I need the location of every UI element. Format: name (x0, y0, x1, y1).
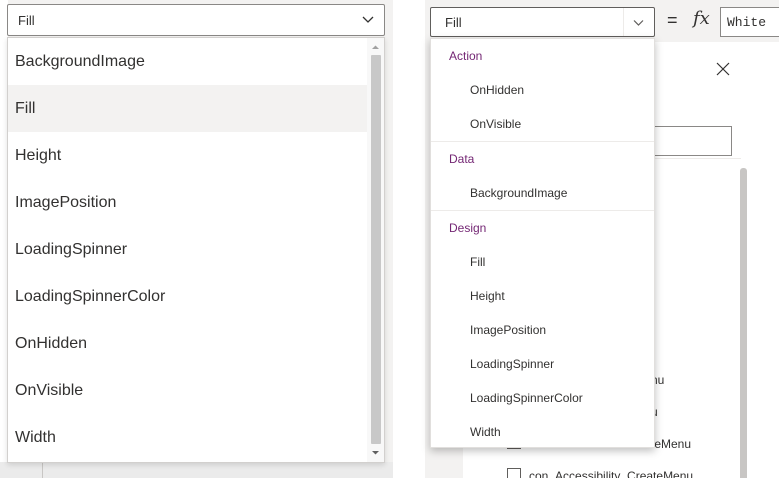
property-option[interactable]: ImagePosition (8, 179, 368, 226)
equals-sign: = (667, 10, 678, 30)
property-option[interactable]: Fill (8, 85, 368, 132)
dropdown-group-header: Data (449, 152, 475, 166)
screenshot-root: Fill BackgroundImage Fill Height ImagePosit… (0, 0, 779, 478)
dropdown-option[interactable]: Width (431, 415, 654, 449)
chevron-down-icon (633, 20, 644, 26)
list-scrollbar[interactable] (367, 38, 384, 462)
property-options-list: BackgroundImage Fill Height ImagePosition Lo… (7, 37, 385, 463)
left-property-dropdown-panel: Fill BackgroundImage Fill Height ImagePosit… (0, 0, 393, 478)
property-option[interactable]: LoadingSpinnerColor (8, 273, 368, 320)
close-icon[interactable] (716, 62, 730, 76)
tree-item-label[interactable]: teMenu (651, 437, 691, 451)
dropdown-group-header: Action (449, 49, 483, 63)
formula-property-select[interactable]: Fill (430, 7, 655, 37)
property-grouped-dropdown: Action OnHidden OnVisible Data BackgroundIma… (430, 38, 655, 448)
property-option[interactable]: OnHidden (8, 320, 368, 367)
property-option[interactable]: Height (8, 132, 368, 179)
tree-control-icon (507, 468, 521, 478)
dropdown-option[interactable]: LoadingSpinnerColor (431, 381, 654, 415)
fx-icon[interactable]: fx (693, 8, 710, 29)
formula-input-value: White (727, 15, 767, 30)
tree-scrollbar[interactable] (740, 168, 747, 478)
scroll-down-arrow-icon[interactable] (371, 448, 380, 457)
property-select-value: Fill (18, 13, 35, 28)
dropdown-option[interactable]: Height (431, 279, 654, 313)
property-option[interactable]: Width (8, 414, 368, 461)
property-option[interactable]: OnVisible (8, 367, 368, 414)
dropdown-option[interactable]: OnVisible (431, 107, 654, 141)
dropdown-group: Action OnHidden OnVisible (431, 39, 654, 142)
formula-input[interactable]: White (720, 7, 779, 37)
scroll-up-arrow-icon[interactable] (371, 43, 380, 52)
dropdown-option[interactable]: OnHidden (431, 73, 654, 107)
dropdown-group: Data BackgroundImage (431, 142, 654, 211)
chevron-down-icon (362, 16, 374, 23)
dropdown-option[interactable]: BackgroundImage (431, 176, 654, 210)
property-option[interactable]: LoadingSpinner (8, 226, 368, 273)
dropdown-group: Design Fill Height ImagePosition LoadingSpin… (431, 211, 654, 449)
formula-bar: Fill = fx White (425, 0, 779, 42)
scrollbar-thumb[interactable] (371, 55, 381, 444)
dropdown-option[interactable]: ImagePosition (431, 313, 654, 347)
dropdown-option[interactable]: LoadingSpinner (431, 347, 654, 381)
dropdown-option[interactable]: Fill (431, 245, 654, 279)
formula-property-value: Fill (445, 15, 462, 30)
dropdown-group-header: Design (449, 221, 487, 235)
property-select[interactable]: Fill (7, 4, 385, 36)
tree-item-label[interactable]: con_Accessibility_CreateMenu (529, 469, 693, 478)
property-option[interactable]: BackgroundImage (8, 38, 368, 85)
property-options: BackgroundImage Fill Height ImagePosition Lo… (8, 38, 368, 461)
